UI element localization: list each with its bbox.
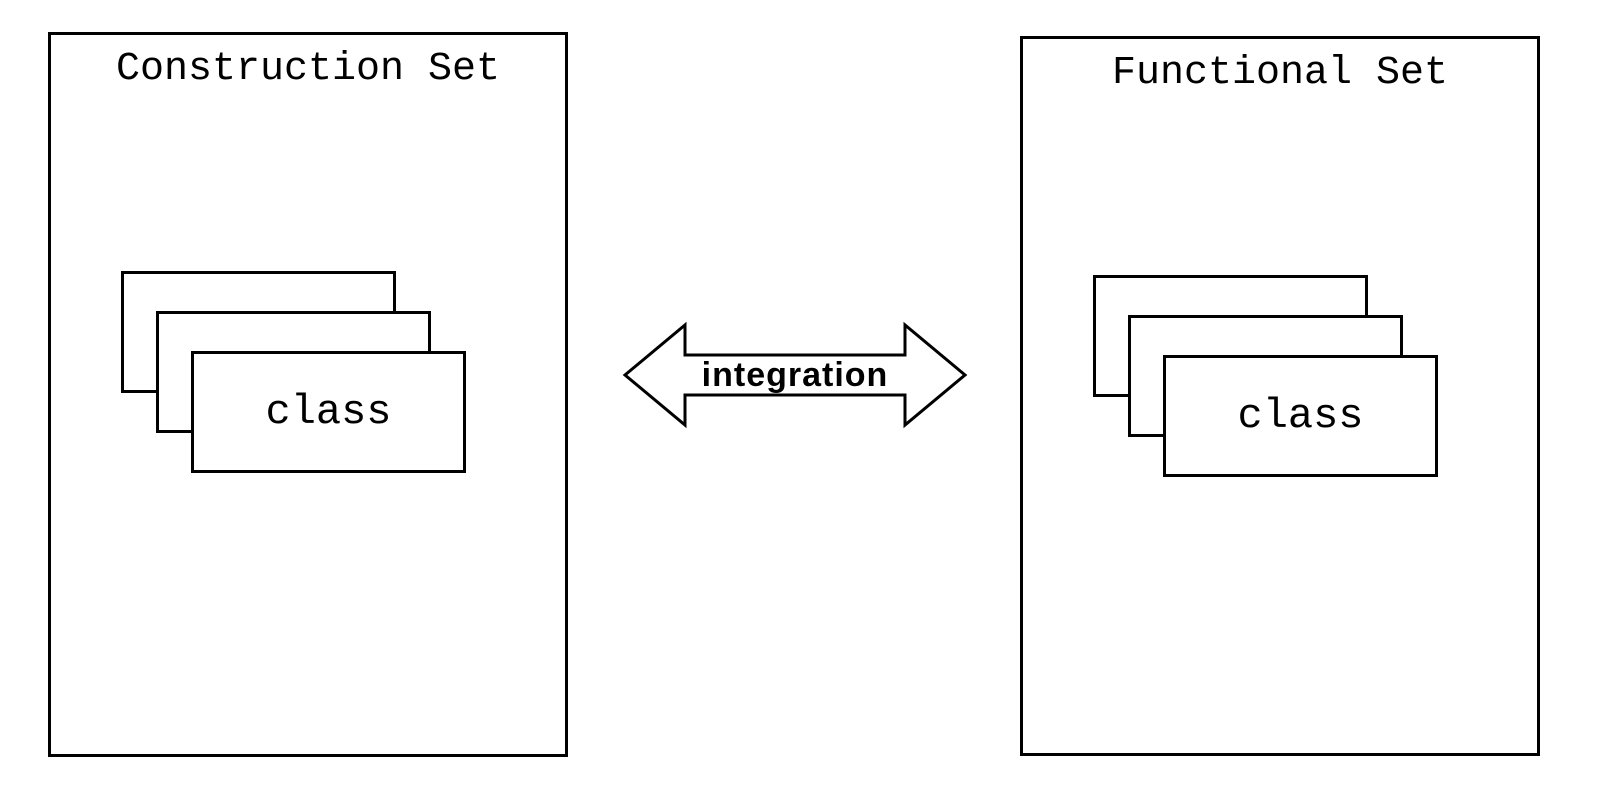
class-stack-right: class — [1093, 275, 1473, 515]
functional-set-title: Functional Set — [1023, 39, 1537, 96]
class-card: class — [191, 351, 466, 473]
class-card-label: class — [265, 388, 391, 436]
integration-label: integration — [620, 300, 970, 450]
class-card: class — [1163, 355, 1438, 477]
construction-set-box: Construction Set class — [48, 32, 568, 757]
integration-arrow: integration — [620, 300, 970, 450]
construction-set-title: Construction Set — [51, 35, 565, 92]
functional-set-box: Functional Set class — [1020, 36, 1540, 756]
class-card-label: class — [1237, 392, 1363, 440]
class-stack-left: class — [121, 271, 501, 511]
